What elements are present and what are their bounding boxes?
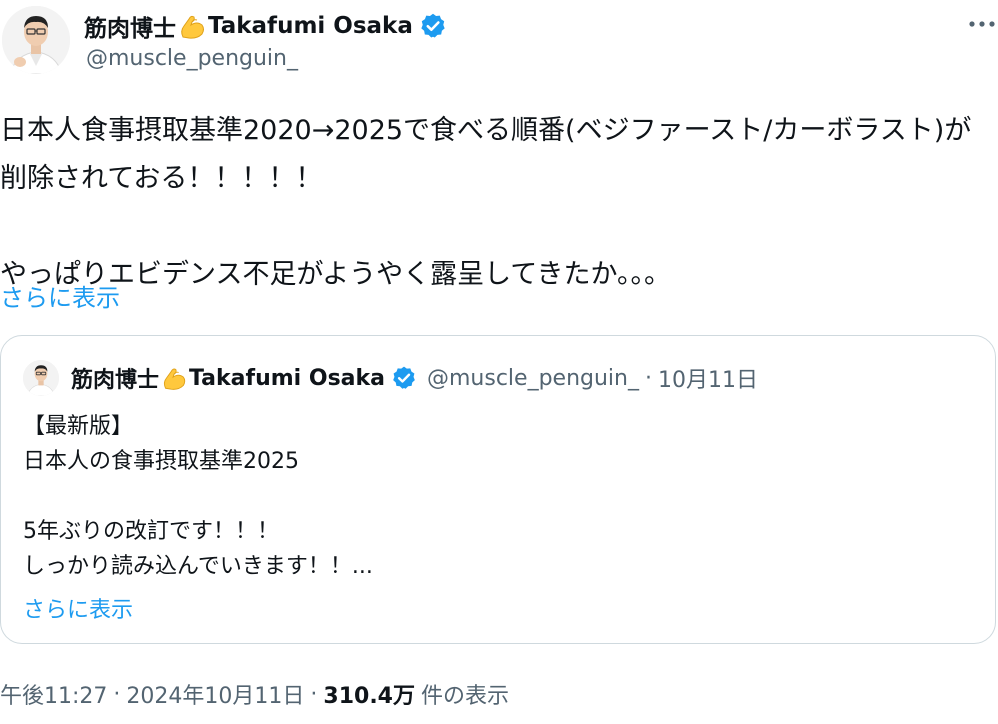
quoted-author-name-suffix: Takafumi Osaka	[189, 365, 385, 391]
quoted-handle: @muscle_penguin_	[427, 365, 639, 391]
tweet-detail: 筋肉博士 Takafumi Osaka @muscle_penguin_ 日本人…	[0, 0, 998, 724]
post-time[interactable]: 午後11:27	[0, 678, 107, 710]
views-label: 件の表示	[420, 684, 509, 709]
author-handle[interactable]: @muscle_penguin_	[86, 46, 298, 71]
flexed-biceps-icon	[177, 11, 207, 41]
tweet-text: 日本人食事摂取基準2020→2025で食べる順番(ベジファースト/カーボラスト)…	[0, 115, 972, 290]
quoted-show-more-link[interactable]: さらに表示	[23, 592, 133, 624]
quoted-header: 筋肉博士 Takafumi Osaka @muscle_penguin_ · 1…	[71, 360, 758, 396]
quoted-avatar[interactable]	[23, 360, 59, 396]
quoted-avatar-image	[23, 360, 59, 396]
footer-separator: ·	[113, 681, 121, 707]
author-name-prefix: 筋肉博士	[84, 16, 176, 42]
post-date[interactable]: 2024年10月11日	[126, 678, 304, 710]
tweet-header: 筋肉博士 Takafumi Osaka @muscle_penguin_	[0, 0, 998, 90]
quoted-tweet[interactable]: 筋肉博士 Takafumi Osaka @muscle_penguin_ · 1…	[0, 335, 996, 644]
tweet-footer: 午後11:27 · 2024年10月11日 · 310.4万 件の表示	[0, 678, 509, 710]
quoted-meta-separator: ·	[645, 365, 652, 391]
footer-separator: ·	[310, 681, 318, 707]
flexed-biceps-icon	[160, 364, 188, 392]
author-name[interactable]: 筋肉博士 Takafumi Osaka	[84, 8, 447, 44]
quoted-text: 【最新版】 日本人の食事摂取基準2025 5年ぶりの改訂です！！！ しっかり読み…	[23, 414, 373, 579]
quoted-author-name-prefix: 筋肉博士	[71, 368, 160, 393]
quoted-date: 10月11日	[658, 368, 758, 393]
views-count: 310.4万	[323, 684, 415, 709]
show-more-link[interactable]: さらに表示	[0, 278, 120, 313]
author-name-suffix: Takafumi Osaka	[208, 13, 413, 39]
verified-badge-icon	[391, 365, 417, 391]
avatar[interactable]	[2, 6, 70, 74]
more-horizontal-icon[interactable]	[966, 10, 998, 38]
verified-badge-icon[interactable]	[419, 12, 447, 40]
avatar-image	[2, 6, 70, 74]
